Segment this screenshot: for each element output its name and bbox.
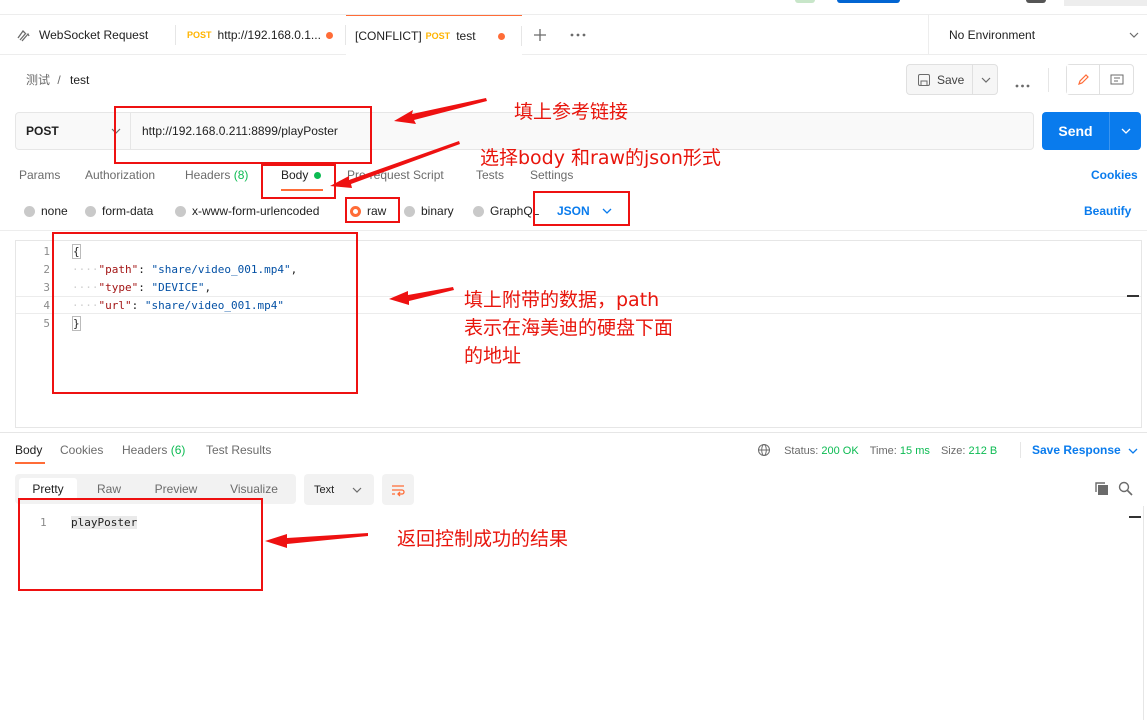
scrollbar-marker[interactable] [1129,516,1141,518]
response-status-bar: Status: 200 OK Time: 15 ms Size: 212 B [757,443,997,457]
save-button[interactable]: Save [906,64,998,95]
response-format-selector[interactable]: Text [304,474,374,505]
upgrade-button[interactable] [837,0,900,3]
radio-graphql[interactable]: GraphQL [473,204,539,218]
annotation-data-note-3: 的地址 [464,345,522,367]
radio-binary[interactable]: binary [404,204,454,218]
more-icon [570,33,586,37]
search-icon [1118,481,1133,496]
annotation-box-body-data [52,232,358,394]
environment-selector[interactable]: No Environment [928,15,1147,55]
sync-indicator [795,0,815,3]
conflict-tag: [CONFLICT] [355,28,422,43]
time-value: 15 ms [899,445,930,457]
view-raw[interactable]: Raw [81,478,137,500]
documentation-button[interactable] [1100,65,1133,94]
breadcrumb-current[interactable]: test [70,73,89,87]
breadcrumb-parent[interactable]: 测试 [26,73,50,87]
edit-button[interactable] [1067,65,1100,94]
annotation-data-note-2: 表示在海美迪的硬盘下面 [464,317,674,339]
tab-response-headers[interactable]: Headers (6) [122,443,185,457]
chevron-down-icon[interactable] [981,77,991,83]
tab-post-request[interactable]: POST http://192.168.0.1... [176,15,346,55]
websocket-icon [16,29,31,42]
tab-params[interactable]: Params [19,168,60,182]
annotation-body-note: 选择body 和raw的json形式 [480,147,721,169]
tab-test-results[interactable]: Test Results [206,443,271,457]
pencil-icon [1077,74,1089,85]
cookies-link[interactable]: Cookies [1091,168,1138,182]
radio-form-data[interactable]: form-data [85,204,153,218]
environment-label: No Environment [949,28,1036,42]
method-tag: POST [425,30,451,41]
status-value: 200 OK [821,445,859,457]
annotation-box-raw [345,197,400,223]
annotation-box-response [18,498,263,591]
tab-options-button[interactable] [570,15,590,55]
tab-websocket-request[interactable]: WebSocket Request [0,15,176,55]
save-icon [918,73,930,86]
chevron-down-icon [1128,448,1138,454]
annotation-url-note: 填上参考链接 [514,101,629,123]
radio-x-www-form-urlencoded[interactable]: x-www-form-urlencoded [175,204,319,218]
wrap-icon [392,484,405,496]
top-right-control[interactable] [1064,0,1147,6]
tab-label: WebSocket Request [39,28,149,42]
divider [0,230,1147,231]
comment-icon [1110,74,1123,84]
view-toggle [1066,64,1134,95]
size-value: 212 B [968,445,998,457]
avatar[interactable] [1026,0,1046,3]
breadcrumb-separator: / [57,73,61,87]
tab-response-cookies[interactable]: Cookies [60,443,103,457]
tab-headers[interactable]: Headers (8) [185,168,248,182]
copy-button[interactable] [1094,481,1109,499]
search-button[interactable] [1118,481,1133,499]
view-visualize[interactable]: Visualize [215,478,293,500]
method-tag: POST [187,30,212,40]
tab-label: test [456,28,476,43]
active-tab-underline [15,462,45,464]
tab-authorization[interactable]: Authorization [85,168,155,182]
chevron-down-icon [1129,32,1139,38]
plus-icon [534,29,546,41]
view-preview[interactable]: Preview [143,478,209,500]
annotation-box-body-tab [261,164,336,199]
breadcrumb: 测试 / test [26,71,89,88]
annotation-result-note: 返回控制成功的结果 [397,528,569,550]
new-tab-button[interactable] [533,15,553,55]
response-scrollbar[interactable] [1143,506,1144,720]
save-label: Save [937,72,965,87]
more-options-button[interactable] [1015,77,1030,91]
arrow-result [265,533,368,548]
copy-icon [1095,482,1108,495]
view-pretty[interactable]: Pretty [19,478,77,500]
unsaved-dot-icon [326,32,333,39]
radio-none[interactable]: none [24,204,68,218]
window-top-strip [0,0,1147,15]
method-label: POST [26,124,59,138]
save-response-button[interactable]: Save Response [1032,443,1138,457]
panel-divider[interactable] [0,432,1147,433]
globe-icon[interactable] [757,443,771,457]
annotation-box-url [114,106,372,164]
send-label: Send [1058,123,1093,139]
tab-conflict-test[interactable]: [CONFLICT] POST test [346,15,522,55]
tab-pre-request-script[interactable]: Pre-request Script [347,168,444,182]
chevron-down-icon [352,487,362,493]
annotation-box-json [533,191,630,226]
chevron-down-icon [1121,128,1130,134]
scrollbar-marker[interactable] [1127,295,1139,297]
tab-response-body[interactable]: Body [15,443,42,457]
wrap-lines-button[interactable] [382,474,414,505]
tab-label: http://192.168.0.1... [217,28,321,42]
send-options-button[interactable] [1109,112,1141,150]
toolbar-divider [1048,68,1049,92]
more-icon [1015,84,1030,88]
beautify-link[interactable]: Beautify [1084,204,1131,218]
send-button[interactable]: Send [1042,112,1141,150]
annotation-data-note-1: 填上附带的数据，path [464,289,660,311]
unsaved-dot-icon [498,33,505,40]
